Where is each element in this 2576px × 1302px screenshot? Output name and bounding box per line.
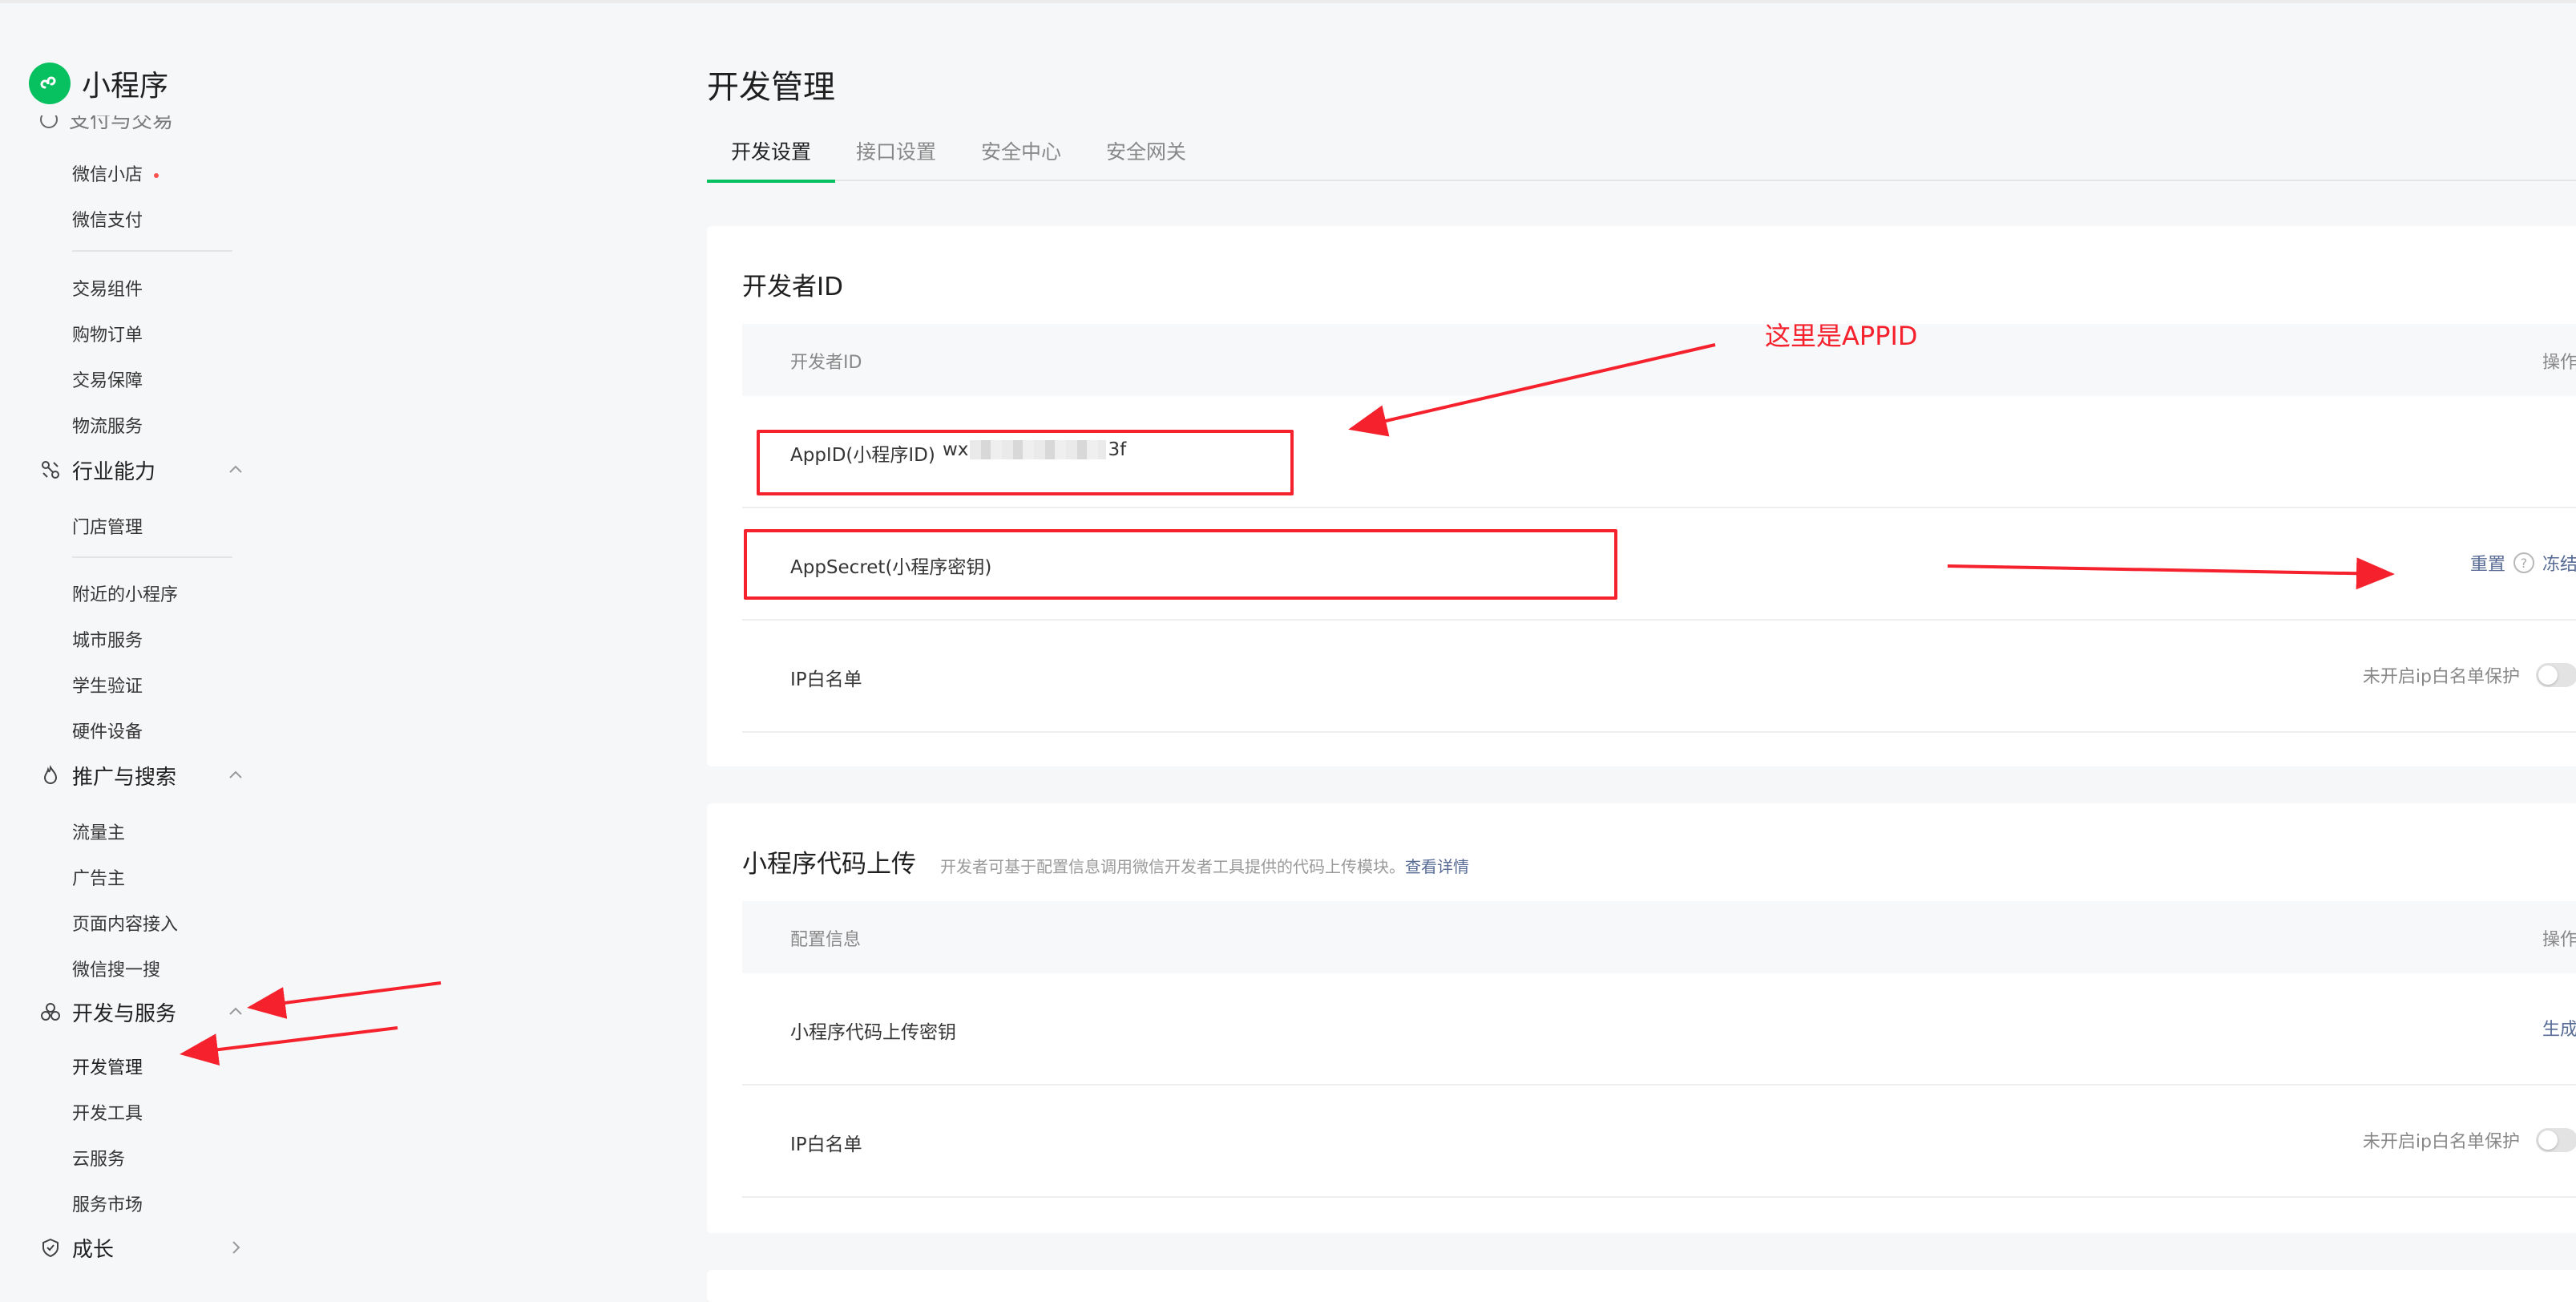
appsecret-actions: 重置 ? 冻结: [2470, 550, 2576, 576]
ip-whitelist-label: IP白名单: [790, 1134, 862, 1155]
notification-dot: [154, 173, 159, 178]
industry-icon: [38, 458, 63, 482]
sidebar-item-shopping-orders[interactable]: 购物订单: [72, 321, 143, 346]
tab-security-gateway[interactable]: 安全网关: [1106, 136, 1186, 180]
tab-bar: 开发设置 接口设置 安全中心 安全网关: [707, 131, 2576, 183]
top-border: [0, 0, 2576, 3]
card-description: 开发者可基于配置信息调用微信开发者工具提供的代码上传模块。查看详情: [940, 857, 1469, 876]
table-header: 配置信息 操作: [742, 901, 2576, 973]
sidebar-item-wechat-search[interactable]: 微信搜一搜: [72, 956, 160, 981]
card-title: 开发者ID: [742, 273, 844, 301]
chevron-up-icon: [229, 1007, 242, 1015]
sidebar-item-hardware[interactable]: 硬件设备: [72, 718, 143, 743]
code-upload-card: 小程序代码上传 开发者可基于配置信息调用微信开发者工具提供的代码上传模块。查看详…: [707, 803, 2576, 1233]
app-name: 小程序: [82, 70, 169, 103]
sidebar-item-trade-guarantee[interactable]: 交易保障: [72, 366, 143, 392]
sidebar-section-industry[interactable]: 行业能力: [38, 454, 247, 486]
sidebar-section-truncated[interactable]: 支付与交易 ⌃: [38, 115, 231, 133]
sidebar-item-traffic-host[interactable]: 流量主: [72, 819, 125, 844]
sidebar-item-trade-component[interactable]: 交易组件: [72, 275, 143, 301]
developer-id-card: 开发者ID 开发者ID 操作 AppID(小程序ID) wx 3f AppSec…: [707, 226, 2576, 766]
sidebar-item-student-verification[interactable]: 学生验证: [72, 672, 143, 698]
sidebar-section-promote[interactable]: 推广与搜索: [38, 759, 247, 791]
ip-whitelist-toggle[interactable]: [2536, 663, 2576, 687]
promote-icon: [38, 763, 63, 787]
next-card: [707, 1270, 2576, 1302]
sidebar-item-wechat-store[interactable]: 微信小店: [72, 160, 159, 186]
chevron-up-icon: ⌃: [221, 115, 231, 127]
chevron-right-icon: [232, 1241, 240, 1254]
sidebar-divider: [72, 250, 232, 252]
annotation-box-appsecret: [744, 529, 1617, 600]
sidebar-item-dev-tools[interactable]: 开发工具: [72, 1099, 143, 1125]
sidebar-section-label: 支付与交易: [69, 115, 174, 133]
sidebar-item-wechat-pay[interactable]: 微信支付: [72, 206, 143, 232]
sidebar-item-advertiser[interactable]: 广告主: [72, 864, 125, 890]
chevron-up-icon: [229, 770, 242, 778]
sidebar-item-page-content[interactable]: 页面内容接入: [72, 910, 178, 936]
sidebar-item-city-service[interactable]: 城市服务: [72, 626, 143, 652]
sidebar: 小程序 支付与交易 ⌃ 微信小店 微信支付 交易组件 购物订单 交易保障 物流服…: [0, 3, 321, 1295]
ip-whitelist-status: 未开启ip白名单保护: [2362, 667, 2520, 687]
toggle-knob: [2538, 1130, 2558, 1150]
sidebar-item-dev-management[interactable]: 开发管理: [72, 1053, 143, 1079]
growth-icon: [38, 1235, 63, 1260]
dev-service-icon: [38, 1000, 63, 1024]
upload-key-label: 小程序代码上传密钥: [790, 1022, 956, 1043]
ip-whitelist-label: IP白名单: [790, 669, 862, 690]
help-icon[interactable]: ?: [2513, 552, 2534, 573]
view-details-link[interactable]: 查看详情: [1405, 857, 1469, 876]
sidebar-item-store-management[interactable]: 门店管理: [72, 513, 143, 539]
freeze-link[interactable]: 冻结: [2542, 550, 2576, 576]
chevron-up-icon: [229, 465, 242, 473]
tab-api-settings[interactable]: 接口设置: [856, 136, 936, 180]
toggle-knob: [2538, 665, 2558, 685]
tab-dev-settings[interactable]: 开发设置: [707, 136, 836, 183]
sidebar-item-nearby-miniprograms[interactable]: 附近的小程序: [72, 580, 178, 606]
table-row-upload-key: 小程序代码上传密钥 生成: [742, 973, 2576, 1086]
sidebar-divider: [72, 556, 232, 558]
payment-icon: [40, 115, 58, 128]
generate-link[interactable]: 生成: [2542, 1015, 2576, 1041]
sidebar-item-cloud-service[interactable]: 云服务: [72, 1145, 125, 1171]
ip-whitelist-toggle[interactable]: [2536, 1128, 2576, 1152]
table-header: 开发者ID 操作: [742, 324, 2576, 396]
page-title: 开发管理: [707, 69, 835, 106]
card-title: 小程序代码上传: [742, 850, 916, 879]
sidebar-item-service-market[interactable]: 服务市场: [72, 1191, 143, 1216]
sidebar-section-dev-service[interactable]: 开发与服务: [38, 996, 247, 1028]
table-row-ip-whitelist: IP白名单 未开启ip白名单保护: [742, 621, 2576, 733]
table-row-ip-whitelist: IP白名单 未开启ip白名单保护: [742, 1086, 2576, 1198]
tab-security-center[interactable]: 安全中心: [981, 136, 1061, 180]
sidebar-item-logistics[interactable]: 物流服务: [72, 412, 143, 438]
sidebar-section-growth[interactable]: 成长: [38, 1231, 247, 1264]
miniprogram-logo-icon: [29, 63, 71, 104]
annotation-appid-note: 这里是APPID: [1765, 321, 1918, 351]
ip-whitelist-status: 未开启ip白名单保护: [2362, 1132, 2520, 1152]
annotation-box-appid: [757, 430, 1294, 495]
app-logo[interactable]: 小程序: [29, 63, 168, 104]
reset-link[interactable]: 重置: [2470, 550, 2505, 576]
